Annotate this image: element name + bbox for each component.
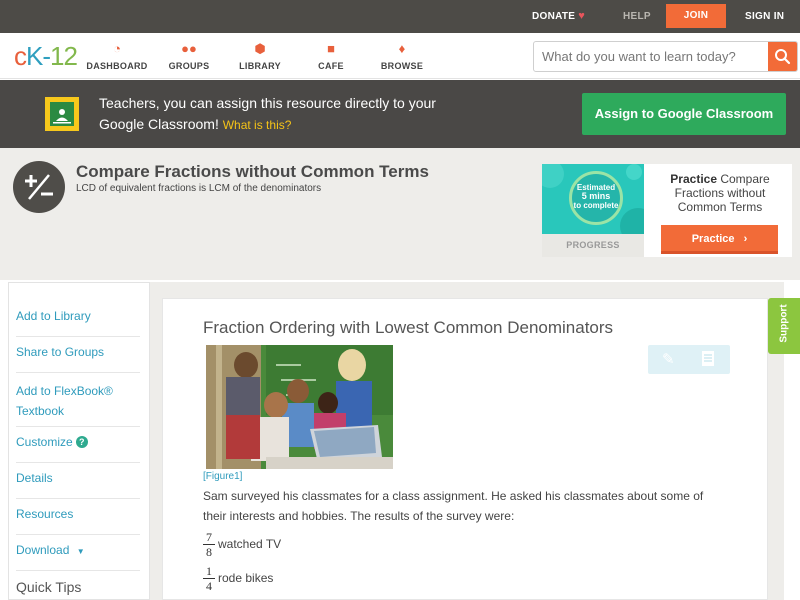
sidebar-item-add-to-library[interactable]: Add to Library [16, 301, 140, 337]
practice-title-bold: Practice [670, 172, 717, 186]
pencil-icon[interactable]: ✎ [662, 350, 675, 368]
logo-k: K [26, 41, 43, 71]
fraction-numerator: 7 [203, 530, 215, 545]
search-box [533, 41, 798, 72]
practice-card: Estimated 5 mins to complete PROGRESS Pr… [542, 164, 792, 257]
progress-panel: Estimated 5 mins to complete PROGRESS [542, 164, 644, 257]
sidebar-item-details[interactable]: Details [16, 463, 140, 499]
concept-header: Compare Fractions without Common Terms L… [0, 148, 800, 280]
logo-12: 12 [50, 41, 78, 71]
fraction-denominator: 4 [206, 579, 212, 593]
fraction-denominator: 8 [206, 545, 212, 559]
nav-dashboard[interactable]: ◔ DASHBOARD [82, 41, 152, 71]
top-bar: DONATE ♥ HELP JOIN SIGN IN [0, 0, 800, 33]
practice-button[interactable]: Practice › [661, 225, 778, 254]
support-label: Support [778, 304, 790, 343]
estimate-line3: to complete [573, 201, 619, 210]
fraction-label: watched TV [218, 537, 282, 551]
nav-library-label: LIBRARY [239, 61, 281, 71]
sidebar: Add to Library Share to Groups Add to Fl… [8, 282, 150, 600]
ck12-logo[interactable]: cK-12 [14, 41, 78, 71]
sidebar-item-add-to-flexbook[interactable]: Add to FlexBook® Textbook [16, 373, 140, 427]
nav-cafe-label: CAFE [318, 61, 344, 71]
sidebar-item-share-to-groups[interactable]: Share to Groups [16, 337, 140, 373]
download-label: Download [16, 543, 70, 557]
caret-down-icon: ▼ [76, 547, 85, 556]
logo-c: c [14, 41, 27, 71]
notes-icon[interactable] [702, 351, 714, 366]
help-icon[interactable]: ? [75, 436, 88, 448]
nav-groups[interactable]: ●● GROUPS [154, 41, 224, 71]
fraction: 7 8 [203, 530, 215, 559]
nav-groups-label: GROUPS [168, 61, 210, 71]
assign-google-classroom-button[interactable]: Assign to Google Classroom [582, 93, 786, 135]
concept-title: Compare Fractions without Common Terms [76, 162, 429, 181]
search-button[interactable] [768, 42, 797, 71]
quick-tips-heading[interactable]: Quick Tips [16, 579, 81, 595]
lesson-paragraph: Sam surveyed his classmates for a class … [203, 489, 704, 523]
cafe-icon: ■ [327, 41, 335, 56]
heart-icon: ♥ [578, 10, 586, 22]
estimate-line2: 5 mins [581, 191, 611, 201]
library-icon: ⬢ [254, 41, 266, 56]
main-header: cK-12 ◔ DASHBOARD ●● GROUPS ⬢ LIBRARY ■ … [0, 33, 800, 79]
sidebar-item-resources[interactable]: Resources [16, 499, 140, 535]
donate-label: DONATE [532, 11, 576, 22]
progress-graphic: Estimated 5 mins to complete [542, 164, 644, 234]
dashboard-icon: ◔ [113, 41, 121, 56]
annotation-tools: ✎ [648, 345, 730, 374]
support-tab[interactable]: Support [768, 298, 800, 354]
lesson-content: Fraction Ordering with Lowest Common Den… [162, 298, 768, 600]
donate-link[interactable]: DONATE ♥ [532, 0, 585, 33]
nav-browse-label: BROWSE [380, 61, 424, 71]
nav-cafe[interactable]: ■ CAFE [296, 41, 366, 71]
logo-dash: - [42, 41, 51, 71]
help-link[interactable]: HELP [623, 0, 651, 33]
search-input[interactable] [534, 42, 769, 71]
groups-icon: ●● [181, 41, 197, 56]
search-icon [775, 49, 791, 65]
practice-button-label: Practice [691, 233, 735, 245]
estimate-badge: Estimated 5 mins to complete [569, 171, 623, 225]
plus-minus-icon [13, 161, 65, 213]
google-classroom-icon [45, 97, 79, 131]
lesson-title: Fraction Ordering with Lowest Common Den… [203, 318, 614, 337]
customize-label: Customize [16, 435, 73, 449]
banner-message: Teachers, you can assign this resource d… [99, 93, 459, 136]
join-button[interactable]: JOIN [666, 4, 726, 28]
practice-title: Practice Compare Fractions without Commo… [660, 172, 780, 214]
concept-subtitle: LCD of equivalent fractions is LCM of th… [76, 183, 322, 194]
students-photo [206, 345, 393, 469]
classroom-banner: Teachers, you can assign this resource d… [0, 80, 800, 148]
sidebar-item-download[interactable]: Download ▼ [16, 535, 140, 571]
nav-dashboard-label: DASHBOARD [86, 61, 148, 71]
nav-library[interactable]: ⬢ LIBRARY [225, 41, 295, 71]
browse-icon: ♦ [398, 41, 406, 56]
nav-browse[interactable]: ♦ BROWSE [367, 41, 437, 71]
chevron-right-icon: › [743, 233, 748, 245]
fraction: 1 4 [203, 564, 215, 593]
what-is-this-link[interactable]: What is this? [223, 118, 292, 132]
figure-caption-link[interactable]: [Figure1] [203, 471, 242, 482]
progress-label: PROGRESS [566, 240, 620, 250]
fraction-numerator: 1 [203, 564, 215, 579]
sidebar-item-customize[interactable]: Customize? [16, 427, 140, 463]
sign-in-link[interactable]: SIGN IN [745, 0, 784, 33]
fraction-label: rode bikes [218, 571, 274, 585]
